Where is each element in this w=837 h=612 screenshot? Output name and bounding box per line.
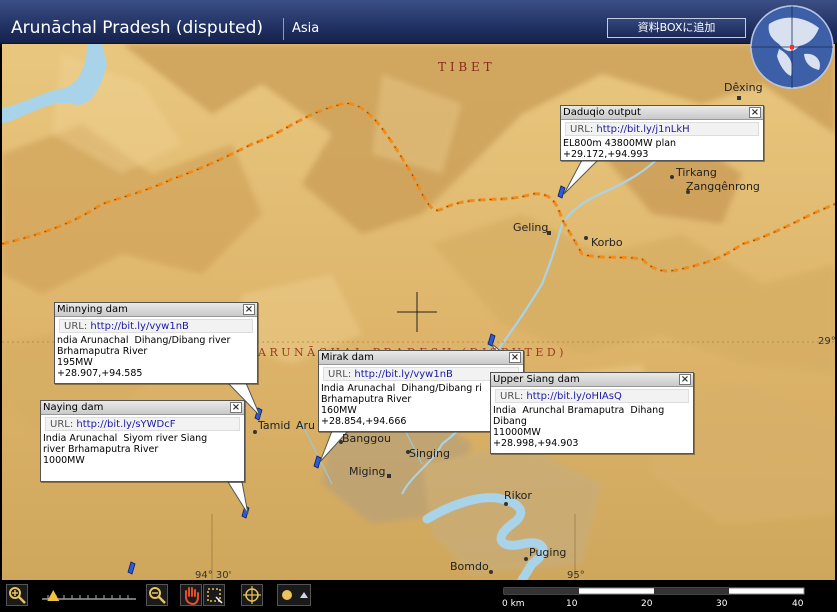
title-bar: Arunāchal Pradesh (disputed) Asia 資料BOXに… xyxy=(0,0,837,44)
globe-overview[interactable] xyxy=(749,4,835,90)
hand-icon xyxy=(185,587,199,605)
scale-bar: 0 km 10 20 30 40 xyxy=(500,584,810,610)
close-icon[interactable]: × xyxy=(243,304,255,315)
select-area-button[interactable] xyxy=(203,584,225,606)
popup-url-link[interactable]: http://bit.ly/vyw1nB xyxy=(354,369,453,380)
label-tibet: T I B E T xyxy=(438,60,492,74)
center-target-button[interactable] xyxy=(241,584,263,606)
zoom-thumb[interactable] xyxy=(47,590,60,601)
title-divider xyxy=(283,18,284,40)
coord-lon-94-30: 94° 30' xyxy=(195,570,232,580)
place-rikor: Rikor xyxy=(504,489,532,502)
place-singing: Singing xyxy=(409,447,451,460)
map-canvas[interactable]: T I B E T A R U N Ā C H A L P R A D E S … xyxy=(2,44,835,580)
place-geling: Geling xyxy=(513,221,549,234)
scale-label-10: 10 xyxy=(566,599,578,609)
popup-url-link[interactable]: http://bit.ly/oHIAsQ xyxy=(526,391,621,402)
zoom-slider-track xyxy=(42,590,136,601)
place-banggou: Banggou xyxy=(342,432,391,445)
popup-url-row: URL: http://bit.ly/sYWDcF xyxy=(45,417,240,431)
zoom-out-button[interactable] xyxy=(146,584,168,606)
page-title: Arunāchal Pradesh (disputed) xyxy=(11,18,264,38)
popup-body: ndia Arunachal Dihang/Dibang river Brham… xyxy=(57,335,231,379)
place-zangqenrong: Zangqênrong xyxy=(686,180,760,193)
region-label: Asia xyxy=(292,21,320,36)
popup-title: Daduqio output xyxy=(561,106,763,120)
url-label: URL: xyxy=(328,369,352,380)
close-icon[interactable]: × xyxy=(679,374,691,385)
place-tirkang: Tirkang xyxy=(676,166,717,179)
close-icon[interactable]: × xyxy=(230,402,242,413)
scale-bar-graphic xyxy=(503,587,805,595)
place-bomdo: Bomdo xyxy=(450,560,489,573)
add-to-box-button[interactable]: 資料BOXに追加 xyxy=(607,18,746,38)
select-area-icon xyxy=(207,588,223,604)
url-label: URL: xyxy=(64,321,88,332)
popup-title: Upper Siang dam xyxy=(491,373,693,387)
close-icon[interactable]: × xyxy=(749,107,761,118)
layer-toggle-button[interactable] xyxy=(277,584,311,606)
popup-url-link[interactable]: http://bit.ly/j1nLkH xyxy=(596,124,689,135)
popup-body: EL800m 43800MW plan +29.172,+94.993 xyxy=(563,138,677,160)
popup-upper-siang: Upper Siang dam × URL: http://bit.ly/oHI… xyxy=(490,372,694,454)
layer-icon xyxy=(282,590,308,600)
popup-title: Naying dam xyxy=(41,401,244,415)
scale-label-0: 0 km xyxy=(502,599,525,609)
popup-minnying: Minnying dam × URL: http://bit.ly/vyw1nB… xyxy=(54,302,258,384)
scale-label-20: 20 xyxy=(641,599,653,609)
scale-label-30: 30 xyxy=(716,599,728,609)
place-puging: Puging xyxy=(529,546,567,559)
globe-icon xyxy=(750,5,834,89)
zoom-in-icon xyxy=(9,587,26,604)
coord-lon-95: 95° xyxy=(567,570,585,580)
url-label: URL: xyxy=(500,391,524,402)
close-icon[interactable]: × xyxy=(509,352,521,363)
popup-body: India Arunachal Siyom river Siang river … xyxy=(43,433,208,466)
place-tamid: Tamid xyxy=(258,419,291,432)
target-icon xyxy=(243,586,261,604)
place-miging: Miging xyxy=(349,465,386,478)
popup-url-row: URL: http://bit.ly/vyw1nB xyxy=(59,319,253,333)
popup-body: India Arunchal Bramaputra Dihang Dibang … xyxy=(493,405,665,449)
place-aru: Aru xyxy=(296,419,316,432)
zoom-in-button[interactable] xyxy=(6,584,28,606)
popup-url-link[interactable]: http://bit.ly/vyw1nB xyxy=(90,321,189,332)
url-label: URL: xyxy=(50,419,74,430)
popup-url-link[interactable]: http://bit.ly/sYWDcF xyxy=(76,419,175,430)
place-korbo: Korbo xyxy=(591,236,623,249)
popup-naying: Naying dam × URL: http://bit.ly/sYWDcF I… xyxy=(40,400,245,482)
popup-url-row: URL: http://bit.ly/j1nLkH xyxy=(565,122,759,136)
scale-label-40: 40 xyxy=(792,599,804,609)
zoom-slider[interactable] xyxy=(34,587,138,603)
zoom-out-icon xyxy=(149,587,166,604)
url-label: URL: xyxy=(570,124,594,135)
coord-lat-29: 29° xyxy=(818,336,835,347)
popup-url-row: URL: http://bit.ly/oHIAsQ xyxy=(495,389,689,403)
pan-hand-button[interactable] xyxy=(180,584,202,606)
popup-daduqio: Daduqio output × URL: http://bit.ly/j1nL… xyxy=(560,105,764,161)
bottom-toolbar: 0 km 10 20 30 40 xyxy=(0,580,837,612)
popup-title: Mirak dam xyxy=(319,351,523,365)
popup-title: Minnying dam xyxy=(55,303,257,317)
